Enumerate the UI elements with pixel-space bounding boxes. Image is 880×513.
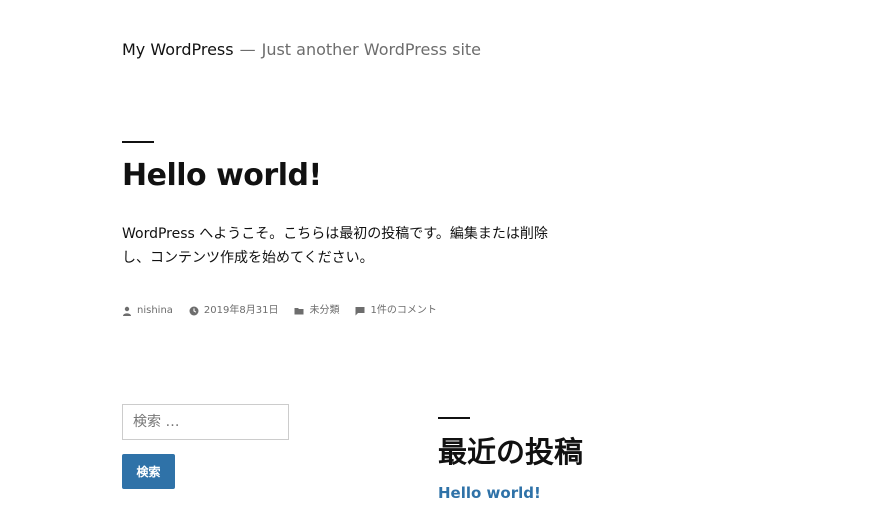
post-meta: nishina 2019年8月31日 未分類 1件のコメント [122, 303, 437, 319]
meta-author: nishina [122, 303, 173, 319]
post-title[interactable]: Hello world! [122, 156, 322, 196]
meta-comments: 1件のコメント [355, 303, 437, 319]
comments-link[interactable]: 1件のコメント [370, 303, 436, 319]
site-tagline: Just another WordPress site [261, 40, 482, 59]
title-divider [122, 141, 154, 143]
person-icon [123, 306, 131, 316]
recent-post-link[interactable]: Hello world! [438, 482, 541, 504]
meta-date: 2019年8月31日 [189, 303, 279, 319]
search-input[interactable] [122, 404, 289, 440]
date-link[interactable]: 2019年8月31日 [204, 303, 279, 319]
recent-posts-heading: 最近の投稿 [438, 435, 584, 469]
author-link[interactable]: nishina [137, 303, 173, 319]
site-title-link[interactable]: My WordPress [122, 40, 234, 59]
search-button[interactable]: 検索 [122, 454, 175, 489]
clock-icon [189, 306, 199, 316]
title-separator: — [239, 40, 256, 59]
folder-icon [294, 308, 304, 315]
category-link[interactable]: 未分類 [309, 303, 339, 319]
widget-divider [438, 417, 470, 419]
meta-category: 未分類 [294, 303, 339, 319]
post-content: WordPress へようこそ。こちらは最初の投稿です。編集または削除し、コンテ… [122, 226, 548, 266]
comment-icon [355, 307, 365, 316]
site-branding: My WordPress — Just another WordPress site [122, 40, 481, 60]
